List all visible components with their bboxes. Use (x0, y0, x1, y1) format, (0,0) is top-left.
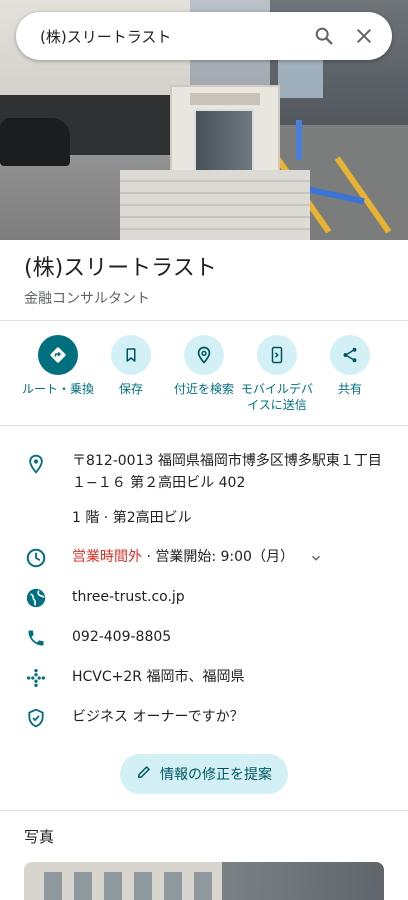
place-name: (株)スリートラスト (24, 256, 217, 281)
plus-code-text: HCVC+2R 福岡市、福岡県 (72, 669, 245, 685)
close-icon[interactable] (344, 16, 384, 56)
address-row[interactable]: 〒812-0013 福岡県福岡市博多区博多駅東１丁目１−１６ 第２高田ビル 40… (0, 450, 408, 494)
hours-status: 営業時間外 (72, 549, 142, 565)
pencil-icon (136, 764, 152, 784)
suggest-edit-button[interactable]: 情報の修正を提案 (120, 754, 288, 794)
directions-label: ルート・乗換 (21, 382, 94, 396)
nearby-label: 付近を検索 (173, 382, 234, 396)
divider (0, 810, 408, 811)
plus-code-icon (24, 666, 48, 690)
chevron-down-icon[interactable] (304, 546, 328, 570)
search-bar[interactable]: (株)スリートラスト (16, 12, 392, 60)
blue-pole (296, 120, 302, 160)
phone-row[interactable]: 092-409-8805 (0, 626, 408, 650)
send-to-device-label: モバイルデバイスに送信 (240, 382, 313, 412)
share-icon[interactable] (330, 335, 370, 375)
photos-heading: 写真 (24, 828, 55, 846)
hours-row[interactable]: 営業時間外 · 営業開始: 9:00（月） (0, 546, 408, 570)
parked-car (0, 118, 70, 166)
divider (0, 320, 408, 321)
search-icon[interactable] (304, 16, 344, 56)
globe-icon (24, 586, 48, 610)
hours-text: 営業時間外 · 営業開始: 9:00（月） (72, 546, 322, 568)
bookmark-icon[interactable] (111, 335, 151, 375)
address-text: 〒812-0013 福岡県福岡市博多区博多駅東１丁目１−１６ 第２高田ビル 40… (72, 453, 382, 491)
place-category[interactable]: 金融コンサルタント (24, 288, 384, 308)
floor-text: 1 階 · 第2高田ビル (72, 510, 192, 526)
directions-button[interactable]: ルート・乗換 (18, 335, 98, 397)
nearby-button[interactable]: 付近を検索 (164, 335, 244, 397)
save-button[interactable]: 保存 (91, 335, 171, 397)
clock-icon (24, 546, 48, 570)
owner-prompt[interactable]: ビジネス オーナーですか？ (72, 706, 382, 728)
share-label: 共有 (337, 382, 362, 396)
place-header: (株)スリートラスト 金融コンサルタント (24, 254, 384, 308)
verified-shield-icon (24, 706, 48, 730)
save-label: 保存 (118, 382, 143, 396)
nearby-icon[interactable] (184, 335, 224, 375)
phone-number[interactable]: 092-409-8805 (72, 626, 382, 648)
photo-thumbnail[interactable] (24, 862, 384, 900)
directions-icon[interactable] (38, 335, 78, 375)
search-query[interactable]: (株)スリートラスト (40, 26, 304, 47)
building-entrance (170, 85, 280, 175)
floor-row: 1 階 · 第2高田ビル (0, 507, 408, 529)
suggest-edit-label: 情報の修正を提案 (160, 767, 272, 783)
share-button[interactable]: 共有 (310, 335, 390, 397)
hours-next-open: · 営業開始: 9:00（月） (142, 549, 294, 565)
phone-icon (24, 626, 48, 650)
website-link[interactable]: three-trust.co.jp (72, 586, 382, 608)
entrance-steps (120, 170, 310, 240)
send-to-device-button[interactable]: モバイルデバイスに送信 (237, 335, 317, 413)
divider (0, 425, 408, 426)
claim-business-row[interactable]: ビジネス オーナーですか？ (0, 706, 408, 730)
send-to-phone-icon[interactable] (257, 335, 297, 375)
action-bar: ルート・乗換 保存 付近を検索 モバイルデバイスに送信 共有 (0, 335, 408, 420)
location-pin-icon (24, 452, 48, 476)
plus-code-row[interactable]: HCVC+2R 福岡市、福岡県 (0, 666, 408, 690)
website-row[interactable]: three-trust.co.jp (0, 586, 408, 610)
